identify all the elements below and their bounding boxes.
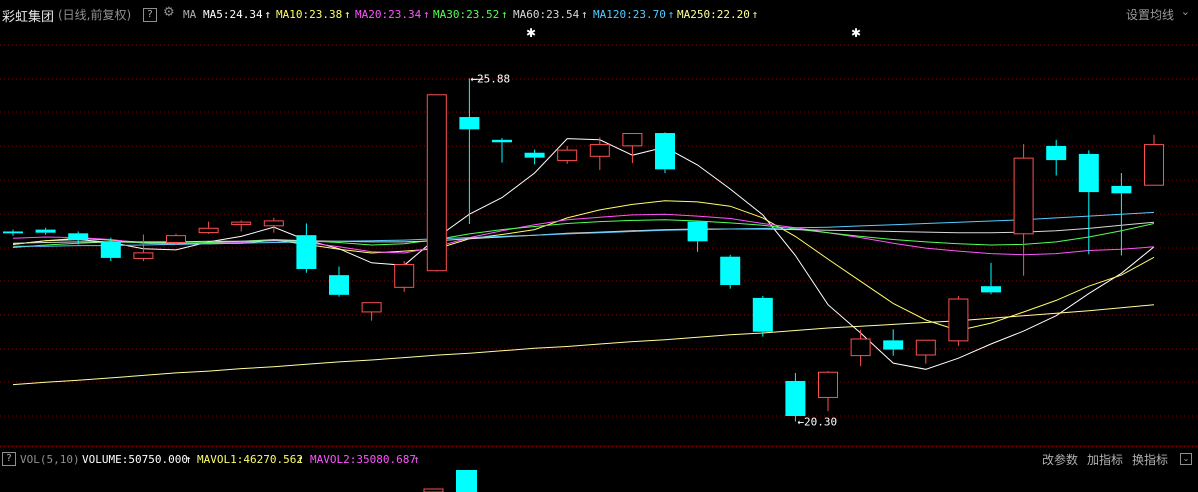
ma-line-ma20 bbox=[12, 213, 1155, 256]
low-price-label: ←20.30 bbox=[797, 416, 837, 429]
candle-body bbox=[198, 227, 219, 234]
candle-body bbox=[981, 286, 1001, 293]
candle-body bbox=[785, 380, 806, 417]
ma-line-ma10 bbox=[12, 200, 1155, 332]
candle-body bbox=[1046, 145, 1067, 161]
candle-body bbox=[133, 252, 154, 259]
change-params-button[interactable]: 改参数 bbox=[1042, 451, 1078, 468]
candle-body bbox=[524, 152, 545, 158]
volume-value: VOLUME:50750.000 bbox=[82, 453, 188, 466]
candle-body bbox=[263, 220, 284, 227]
add-indicator-button[interactable]: 加指标 bbox=[1087, 451, 1123, 468]
candle-body bbox=[296, 235, 317, 269]
mavol1-arrow-icon: ↑ bbox=[297, 453, 304, 466]
candle-body bbox=[35, 229, 56, 233]
event-marker-icon: ✱ bbox=[526, 26, 536, 40]
candle-body bbox=[752, 297, 773, 332]
candle-body bbox=[459, 117, 480, 130]
candle-body bbox=[68, 233, 89, 241]
volume-arrow-icon: ↑ bbox=[185, 453, 192, 466]
candle-body bbox=[166, 235, 186, 243]
candle-body bbox=[361, 302, 382, 313]
candle-body bbox=[1111, 185, 1132, 194]
candle-body bbox=[622, 133, 643, 147]
candle-body bbox=[687, 221, 708, 242]
candle-body bbox=[1013, 157, 1034, 235]
mavol2-value: MAVOL2:35080.687 bbox=[310, 453, 416, 466]
candle-body bbox=[231, 221, 252, 226]
volume-bar bbox=[456, 470, 477, 492]
volume-panel-header: ? VOL(5,10) VOLUME:50750.000 ↑ MAVOL1:46… bbox=[0, 448, 1198, 470]
vol-label: VOL(5,10) bbox=[20, 453, 80, 466]
candle-body bbox=[720, 256, 741, 285]
switch-indicator-button[interactable]: 换指标 bbox=[1132, 451, 1168, 468]
candle-body bbox=[557, 149, 578, 162]
candle-body bbox=[3, 231, 23, 234]
candle-body bbox=[100, 241, 121, 258]
ma-line-ma5 bbox=[12, 138, 1155, 370]
candle-body bbox=[426, 94, 447, 272]
candle-body bbox=[883, 340, 904, 350]
candle-body bbox=[589, 144, 610, 157]
candle-body bbox=[655, 133, 675, 170]
candle-body bbox=[329, 275, 349, 295]
candle-body bbox=[394, 264, 415, 288]
candle-body bbox=[1144, 144, 1164, 186]
candle-body bbox=[492, 139, 512, 143]
ma-line-ma250 bbox=[12, 304, 1155, 386]
mavol1-value: MAVOL1:46270.562 bbox=[197, 453, 303, 466]
candle-body bbox=[1078, 153, 1099, 193]
candle-body bbox=[915, 339, 936, 356]
candle-body bbox=[948, 298, 969, 342]
mavol2-arrow-icon: ↑ bbox=[413, 453, 420, 466]
high-price-label: ←25.88 bbox=[470, 72, 510, 85]
candle-body bbox=[818, 371, 838, 398]
candle-body bbox=[850, 338, 871, 357]
vol-help-icon[interactable]: ? bbox=[2, 452, 16, 466]
candlestick-chart[interactable]: ←25.88 ←20.30 ✱ ✱ bbox=[0, 0, 1198, 492]
event-marker-icon: ✱ bbox=[851, 26, 861, 40]
panel-dropdown-icon[interactable]: ⌄ bbox=[1180, 453, 1192, 465]
